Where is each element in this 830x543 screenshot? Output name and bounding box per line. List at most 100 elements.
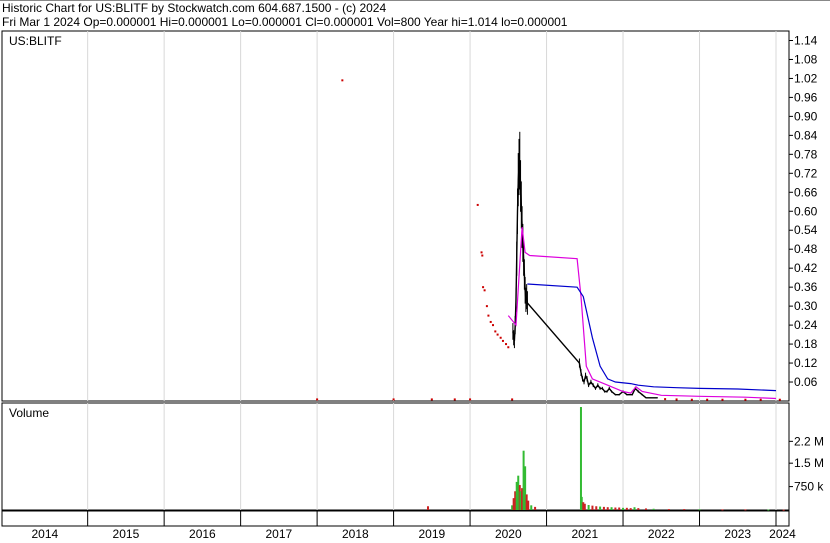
volume-bar <box>591 505 594 510</box>
trade-marker <box>759 398 762 401</box>
trade-marker <box>481 254 484 257</box>
y-tick-label: 0.60 <box>794 204 818 218</box>
volume-bar <box>606 507 609 510</box>
volume-panel-frame <box>1 402 790 511</box>
trade-marker <box>690 398 693 401</box>
volume-bar <box>698 509 701 511</box>
y-tick-label: 0.18 <box>794 337 818 351</box>
volume-bar <box>633 507 636 510</box>
price-line <box>512 160 658 399</box>
trade-marker <box>507 346 510 349</box>
volume-bar <box>618 507 621 510</box>
trade-marker <box>485 305 488 308</box>
chart-frames <box>0 0 830 527</box>
trade-marker <box>721 398 724 401</box>
volume-tick-label: 1.5 M <box>794 456 824 470</box>
y-tick-label: 0.36 <box>794 280 818 294</box>
trade-marker <box>494 330 497 333</box>
volume-bar <box>610 507 613 510</box>
y-tick-label: 0.72 <box>794 166 818 180</box>
volume-bar <box>595 506 598 510</box>
x-tick-label: 2024 <box>769 527 796 541</box>
volume-bar <box>644 508 647 510</box>
volume-bar <box>625 507 628 510</box>
trade-marker <box>675 398 678 401</box>
trade-marker <box>480 251 483 254</box>
volume-bar <box>527 500 530 510</box>
y-tick-label: 1.14 <box>794 33 818 47</box>
x-tick-label: 2018 <box>342 527 369 541</box>
x-tick-label: 2017 <box>266 527 293 541</box>
y-tick-label: 1.08 <box>794 52 818 66</box>
y-tick-label: 1.02 <box>794 71 818 85</box>
y-tick-label: 0.66 <box>794 185 818 199</box>
trade-marker <box>430 398 433 401</box>
trade-marker <box>469 398 472 401</box>
trade-marker <box>505 343 508 346</box>
trade-marker <box>316 398 319 401</box>
volume-bar <box>614 507 617 510</box>
y-tick-label: 0.12 <box>794 356 818 370</box>
trade-marker <box>487 314 490 317</box>
trade-marker <box>706 398 709 401</box>
volume-bar <box>622 507 625 510</box>
x-tick-label: 2014 <box>31 527 58 541</box>
price-series <box>316 79 781 401</box>
y-tick-label: 0.48 <box>794 242 818 256</box>
y-tick-label: 0.54 <box>794 223 818 237</box>
trade-marker <box>496 333 499 336</box>
trade-marker <box>501 339 504 342</box>
x-tick-label: 2015 <box>113 527 140 541</box>
volume-bar <box>629 508 632 510</box>
volume-bar <box>744 509 747 511</box>
volume-bar <box>599 506 602 510</box>
long-moving-average-line <box>527 283 777 392</box>
y-tick-label: 0.78 <box>794 147 818 161</box>
y-tick-label: 0.30 <box>794 299 818 313</box>
x-tick-label: 2016 <box>189 527 216 541</box>
x-tick-label: 2023 <box>724 527 751 541</box>
volume-bars <box>427 407 785 511</box>
trade-marker <box>476 203 479 206</box>
trade-marker <box>492 324 495 327</box>
volume-bar <box>530 505 533 510</box>
y-tick-label: 0.90 <box>794 109 818 123</box>
y-tick-label: 0.24 <box>794 318 818 332</box>
x-tick-label: 2019 <box>418 527 445 541</box>
y-tick-label: 0.42 <box>794 261 818 275</box>
y-tick-label: 0.06 <box>794 375 818 389</box>
volume-tick-label: 2.2 M <box>794 434 824 448</box>
volume-bar <box>534 506 537 510</box>
y-tick-label: 0.84 <box>794 128 818 142</box>
y-tick-label: 0.96 <box>794 90 818 104</box>
volume-bar <box>767 509 770 511</box>
volume-bar <box>583 503 586 510</box>
trade-marker <box>778 398 781 401</box>
volume-tick-label: 750 k <box>794 480 824 494</box>
axis-ticks: 1.14 1.08 1.02 0.96 0.90 0.84 0.78 0.72 0.66 0.60… <box>789 33 824 494</box>
short-moving-average-line <box>507 227 777 400</box>
trade-marker <box>511 398 514 401</box>
trade-marker <box>341 79 344 82</box>
trade-marker <box>489 320 492 323</box>
volume-bar <box>637 508 640 510</box>
volume-bar <box>579 407 582 510</box>
price-panel-frame <box>1 30 790 402</box>
year-axis-frame <box>1 510 790 527</box>
x-tick-label: 2021 <box>571 527 598 541</box>
trade-marker <box>744 398 747 401</box>
trade-marker <box>499 336 502 339</box>
volume-bar <box>721 509 724 511</box>
volume-bar <box>602 506 605 510</box>
x-tick-label: 2022 <box>648 527 675 541</box>
volume-bar <box>683 509 686 511</box>
volume-bar <box>587 505 590 510</box>
volume-bar <box>652 508 655 510</box>
trade-marker <box>483 289 486 292</box>
trade-marker <box>453 398 456 401</box>
x-tick-label: 2020 <box>495 527 522 541</box>
year-gridlines: 2014 2015 2016 2017 2018 2019 2020 2021 2022 2023… <box>31 31 796 541</box>
stock-chart: 2014 2015 2016 2017 2018 2019 2020 2021 2022 2023… <box>0 0 830 541</box>
volume-bar <box>667 509 670 511</box>
trade-marker <box>482 286 485 289</box>
